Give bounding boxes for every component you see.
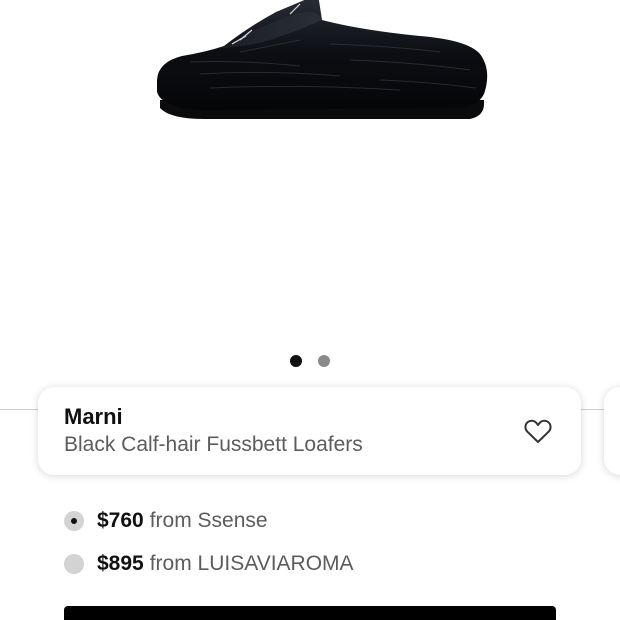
divider-right xyxy=(581,409,604,410)
product-name: Black Calf-hair Fussbett Loafers xyxy=(64,433,363,456)
divider-left xyxy=(0,409,38,410)
carousel-dot-1[interactable] xyxy=(290,355,302,367)
heart-outline-icon[interactable] xyxy=(522,415,554,447)
offer-option-luisaviaroma[interactable]: $895 from LUISAVIAROMA xyxy=(64,552,354,576)
product-info-card[interactable]: Marni Black Calf-hair Fussbett Loafers xyxy=(38,387,581,475)
image-carousel-dots xyxy=(0,355,620,367)
brand-name: Marni xyxy=(64,404,123,429)
product-image[interactable] xyxy=(0,0,620,340)
offer-option-ssense[interactable]: $760 from Ssense xyxy=(64,509,268,533)
offer-price: $760 xyxy=(97,509,144,532)
radio-selected-icon[interactable] xyxy=(64,511,84,531)
next-product-card[interactable] xyxy=(604,387,620,475)
product-page: Marni Black Calf-hair Fussbett Loafers $… xyxy=(0,0,620,620)
radio-unselected-icon[interactable] xyxy=(64,554,84,574)
carousel-dot-2[interactable] xyxy=(318,355,330,367)
buy-button[interactable] xyxy=(64,606,556,620)
offer-retailer: from Ssense xyxy=(149,509,268,532)
offer-retailer: from LUISAVIAROMA xyxy=(149,552,354,575)
offer-price: $895 xyxy=(97,552,144,575)
